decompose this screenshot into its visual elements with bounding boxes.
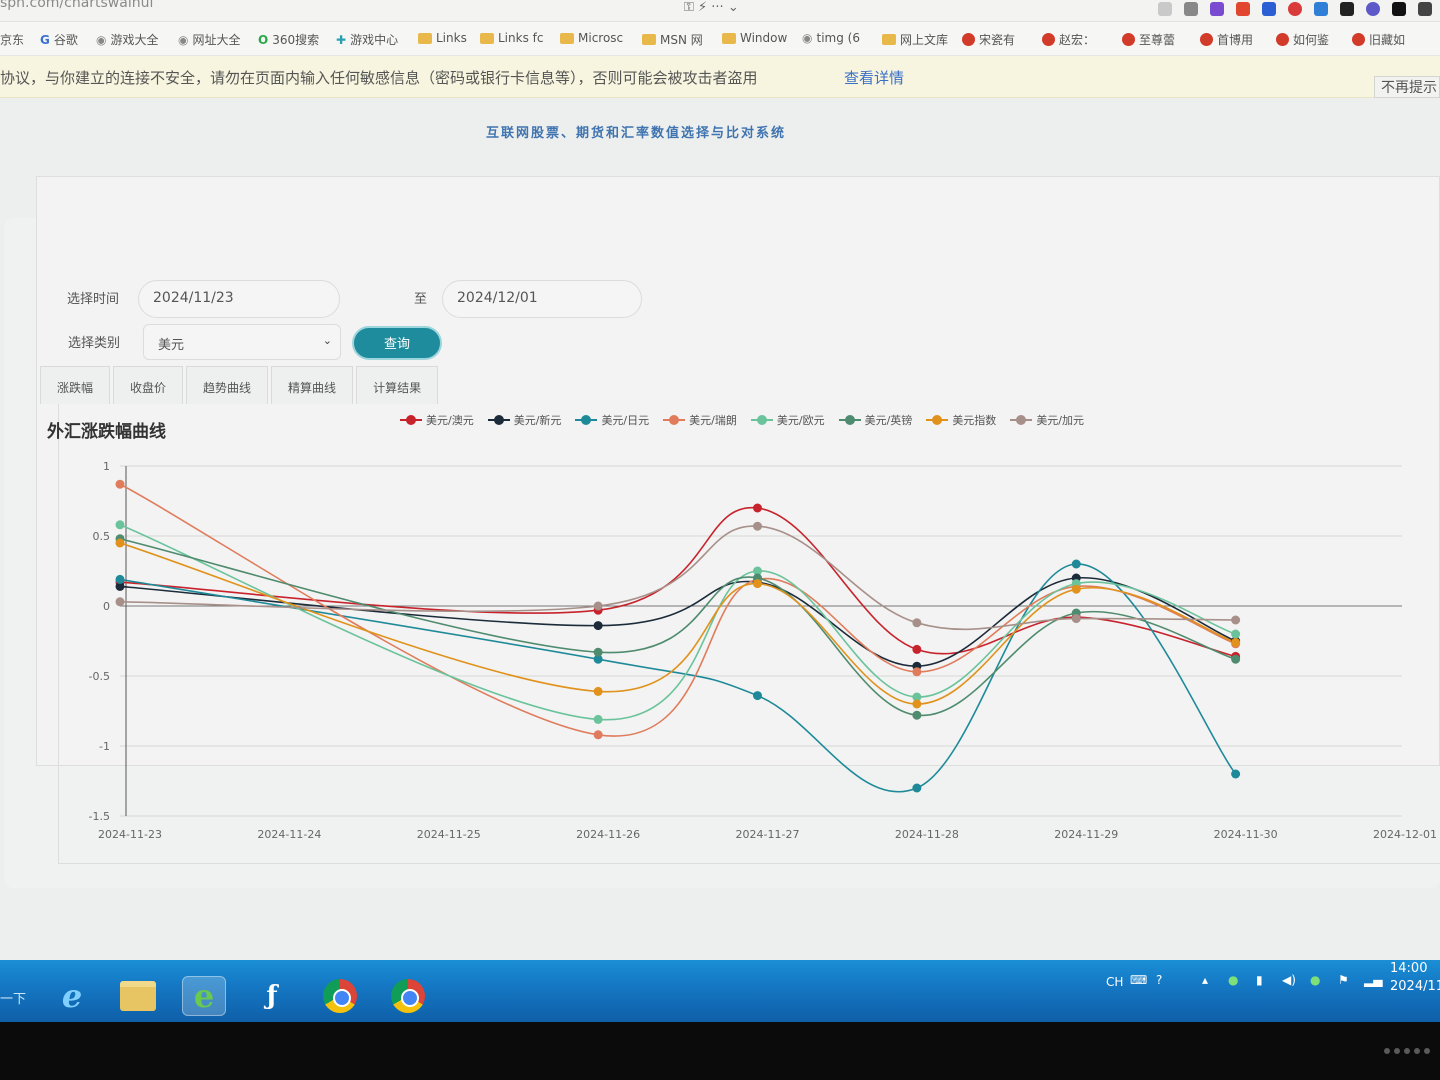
data-point [753,503,762,513]
signal-icon[interactable]: ▂▄ [1364,973,1382,987]
data-point [115,520,125,530]
y-tick-label: 0.5 [93,530,111,543]
data-point [1231,769,1241,779]
clock-time: 14:00 [1390,961,1428,976]
y-tick-label: -0.5 [89,670,110,683]
start-button[interactable]: 一下 [0,988,26,1007]
x-tick-label: 2024-11-28 [895,828,959,841]
data-point [912,783,922,793]
x-tick-label: 2024-11-25 [417,828,481,841]
watermark-dots [1384,1048,1430,1054]
series-line [119,525,1236,631]
data-point [753,521,762,531]
network-icon[interactable]: ● [1310,973,1320,987]
security-icon[interactable]: ● [1228,973,1238,987]
y-tick-label: 0 [103,600,110,613]
volume-icon[interactable]: ◀) [1282,973,1296,987]
x-tick-label: 2024-12-01 [1373,828,1437,841]
data-point [593,601,603,611]
chrome-icon[interactable] [386,976,430,1016]
x-tick-label: 2024-11-23 [98,828,162,841]
data-point [1231,615,1241,625]
y-tick-label: -1.5 [89,810,110,823]
data-point [593,647,603,657]
data-point [1231,637,1241,647]
series-line [119,524,1236,721]
data-point [1231,629,1241,639]
data-point [1231,654,1241,664]
x-tick-label: 2024-11-24 [257,828,321,841]
battery-icon[interactable]: ▮ [1256,973,1263,987]
data-point [115,574,125,584]
monitor-bezel [0,1022,1440,1080]
y-tick-label: 1 [103,460,110,473]
help-icon[interactable]: ? [1156,973,1162,987]
data-point [753,579,762,589]
data-point [1071,614,1081,624]
input-language[interactable]: CH [1106,975,1123,989]
data-point [593,686,603,696]
flash-icon[interactable]: ƒ [250,976,294,1016]
fx-change-chart: 1 0.5 0 -0.5 -1 -1.5 2024-11-23 2024-11-24 2024-… [89,460,1437,841]
file-explorer-icon[interactable] [116,976,160,1016]
x-tick-label: 2024-11-29 [1054,828,1118,841]
data-point [1071,584,1081,594]
x-tick-label: 2024-11-27 [736,828,800,841]
data-point [912,710,922,720]
data-point [593,730,603,740]
data-point [115,479,125,489]
series-line [119,542,1236,705]
data-point [753,691,762,701]
ie-icon[interactable]: e [50,976,94,1016]
data-point [1071,559,1081,569]
tray-expand-icon[interactable]: ▴ [1202,973,1208,987]
data-point [912,618,922,628]
clock-date: 2024/11 [1390,979,1440,994]
data-point [912,699,922,709]
data-point [593,714,603,724]
data-point [912,667,922,677]
series-line [119,483,1236,737]
x-tick-label: 2024-11-26 [576,828,640,841]
data-point [593,621,603,631]
x-tick-label: 2024-11-30 [1214,828,1278,841]
data-point [115,597,125,607]
browser-360-icon[interactable]: e [182,976,226,1016]
chrome-icon[interactable] [318,976,362,1016]
y-tick-label: -1 [99,740,110,753]
system-clock[interactable]: 14:00 2024/11 [1390,960,1440,996]
keyboard-icon[interactable]: ⌨ [1130,973,1147,987]
flag-icon[interactable]: ⚑ [1338,973,1349,987]
taskbar: 一下 e e ƒ CH ⌨ ? ▴ ● ▮ ◀) ● ⚑ ▂▄ 14:00 20… [0,960,1440,1022]
data-point [912,644,922,654]
data-point [115,538,125,548]
